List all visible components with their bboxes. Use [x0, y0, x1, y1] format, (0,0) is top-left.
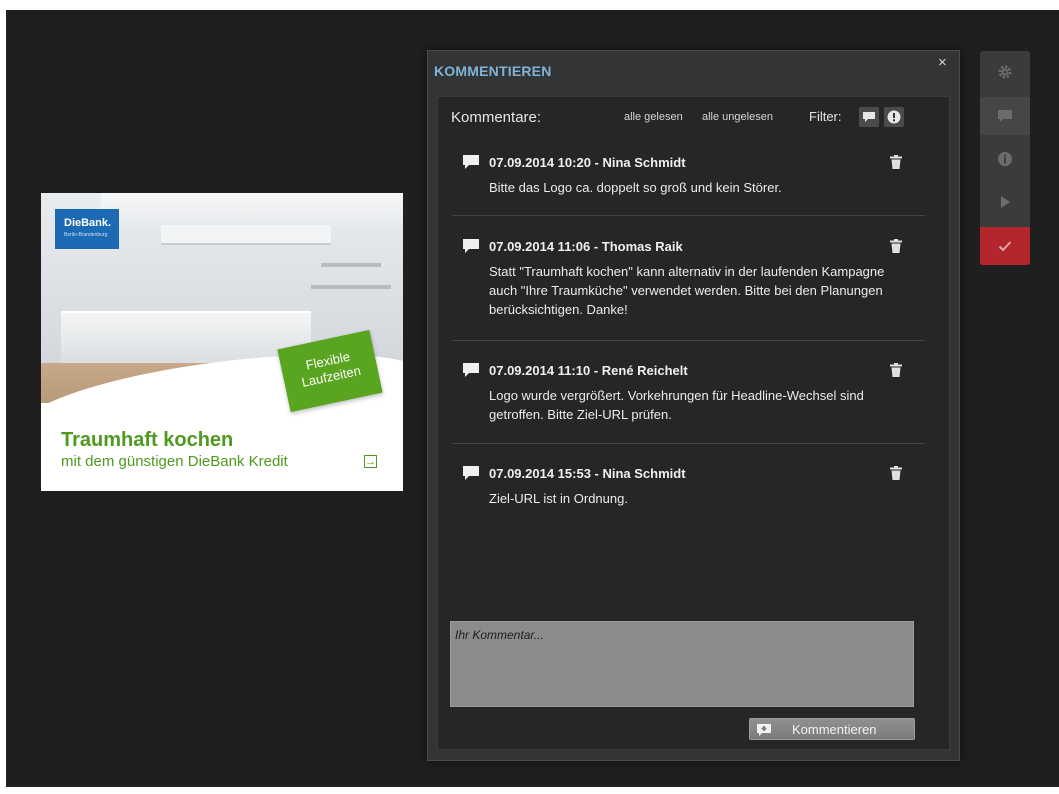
comment-meta: 07.09.2014 11:06 - Thomas Raik [489, 239, 683, 254]
comment-input[interactable] [450, 621, 914, 707]
comment-icon [463, 466, 479, 480]
toolbar-play-button[interactable] [980, 183, 1030, 221]
comment-item: 07.09.2014 15:53 - Nina Schmidt Ziel-URL… [452, 462, 926, 522]
submit-comment-button[interactable]: Kommentieren [749, 718, 915, 740]
comment-text: Bitte das Logo ca. doppelt so groß und k… [489, 180, 782, 195]
comment-meta: 07.09.2014 11:10 - René Reichelt [489, 363, 688, 378]
trash-icon[interactable] [890, 363, 902, 377]
divider [452, 215, 925, 216]
comments-container: Kommentare: alle gelesen alle ungelesen … [437, 96, 950, 750]
alert-icon [887, 110, 901, 124]
check-icon [998, 241, 1012, 252]
comment-icon [463, 155, 479, 169]
comment-meta: 07.09.2014 15:53 - Nina Schmidt [489, 466, 686, 481]
ad-bank-logo: DieBank. Berlin-Brandenburg [55, 209, 119, 249]
ad-shelf [321, 263, 381, 267]
ad-subline: mit dem günstigen DieBank Kredit [61, 453, 288, 470]
settings-icon [998, 65, 1012, 79]
trash-icon[interactable] [890, 466, 902, 480]
comment-panel: KOMMENTIEREN × Kommentare: alle gelesen … [427, 50, 960, 761]
comment-icon [463, 363, 479, 377]
ad-shelf [311, 285, 391, 289]
comment-meta: 07.09.2014 10:20 - Nina Schmidt [489, 155, 686, 170]
ad-logo-brand: DieBank. [64, 217, 112, 229]
ad-hood [161, 225, 331, 245]
comment-icon [463, 239, 479, 253]
filter-comments-button[interactable] [859, 107, 879, 127]
comment-text: Statt "Traumhaft kochen" kann alternativ… [489, 264, 885, 317]
toolbar-info-button[interactable] [980, 140, 1030, 178]
comment-text: Ziel-URL ist in Ordnung. [489, 491, 628, 506]
add-comment-icon [757, 724, 771, 736]
comment-item: 07.09.2014 11:06 - Thomas Raik Statt "Tr… [452, 235, 926, 335]
comment-icon [863, 112, 875, 122]
ad-headline: Traumhaft kochen [61, 429, 234, 451]
filter-alerts-button[interactable] [884, 107, 904, 127]
submit-comment-label: Kommentieren [792, 722, 877, 737]
divider [452, 443, 925, 444]
mark-all-unread-link[interactable]: alle ungelesen [702, 111, 773, 123]
comment-icon [998, 110, 1012, 122]
arrow-right-icon: → [364, 455, 377, 468]
toolbar-comments-button[interactable] [980, 97, 1030, 135]
panel-title: KOMMENTIEREN [434, 63, 552, 79]
mark-all-read-link[interactable]: alle gelesen [624, 111, 683, 123]
toolbar-settings-button[interactable] [980, 53, 1030, 91]
trash-icon[interactable] [890, 239, 902, 253]
close-icon[interactable]: × [938, 54, 947, 71]
info-icon [998, 152, 1012, 166]
comments-header-label: Kommentare: [451, 109, 542, 126]
divider [452, 340, 925, 341]
toolbar-approve-button[interactable] [980, 227, 1030, 265]
play-icon [1001, 196, 1010, 208]
filter-label: Filter: [809, 109, 842, 124]
ad-logo-sub: Berlin-Brandenburg [64, 232, 108, 238]
trash-icon[interactable] [890, 155, 902, 169]
comment-item: 07.09.2014 10:20 - Nina Schmidt Bitte da… [452, 151, 926, 211]
side-toolbar [980, 51, 1030, 265]
comment-text: Logo wurde vergrößert. Vorkehrungen für … [489, 388, 864, 422]
comment-item: 07.09.2014 11:10 - René Reichelt Logo wu… [452, 359, 926, 439]
ad-banner-preview: DieBank. Berlin-Brandenburg Flexible Lau… [41, 193, 403, 491]
